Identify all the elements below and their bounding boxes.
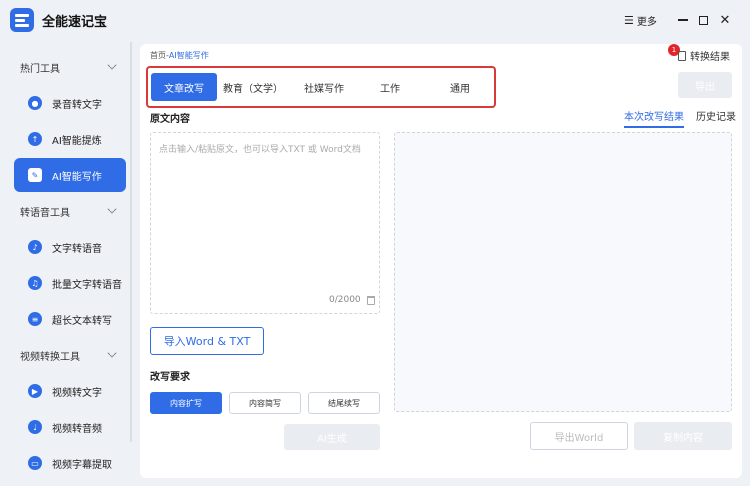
sidebar-item-label: AI智能写作: [52, 171, 102, 183]
result-tabs: 本次改写结果 历史记录: [624, 108, 736, 128]
more-menu-button[interactable]: ☰ 更多: [624, 13, 657, 28]
tab-history[interactable]: 历史记录: [696, 108, 736, 128]
tab-article-rewrite[interactable]: 文章改写: [151, 73, 217, 101]
source-input-area: 0/2000: [150, 132, 380, 314]
export-button[interactable]: 导出: [678, 72, 732, 98]
breadcrumb-home[interactable]: 首页: [150, 51, 166, 60]
option-continue-ending[interactable]: 结尾续写: [308, 392, 380, 414]
ai-generate-button[interactable]: AI生成: [284, 424, 380, 450]
close-button[interactable]: ✕: [718, 12, 732, 28]
microphone-icon: ●: [28, 96, 42, 110]
sidebar-item-label: 视频转文字: [52, 387, 102, 399]
conversion-results-label: 转换结果: [690, 52, 730, 63]
import-word-txt-button[interactable]: 导入Word & TXT: [150, 327, 264, 355]
tab-social-media-writing[interactable]: 社媒写作: [296, 73, 352, 101]
sidebar-item-ai-writing[interactable]: ✎ AI智能写作: [14, 158, 126, 192]
sidebar-group-hot-tools[interactable]: 热门工具: [0, 52, 132, 82]
minimize-icon: [678, 19, 688, 21]
breadcrumb-current: AI智能写作: [168, 51, 209, 60]
sidebar-item-label: 录音转文字: [52, 99, 102, 111]
breadcrumb: 首页-AI智能写作: [150, 50, 209, 61]
maximize-icon: [698, 15, 708, 25]
sidebar: 热门工具 ● 录音转文字 ↑ AI智能提炼 ✎ AI智能写作 转语音工具 ♪ 文…: [0, 40, 132, 486]
rewrite-requirements-title: 改写要求: [150, 372, 190, 383]
speaker-icon: ♫: [28, 276, 42, 290]
tab-general[interactable]: 通用: [440, 73, 480, 101]
more-label: 更多: [636, 17, 657, 28]
sidebar-item-ai-extract[interactable]: ↑ AI智能提炼: [14, 122, 126, 156]
conversion-results-link[interactable]: 转换结果: [678, 48, 730, 63]
copy-content-button[interactable]: 复制内容: [634, 422, 732, 450]
sidebar-item-text-to-speech[interactable]: ♪ 文字转语音: [14, 230, 126, 264]
sidebar-group-label: 热门工具: [20, 63, 60, 75]
sidebar-scrollbar[interactable]: [130, 42, 132, 442]
tab-work[interactable]: 工作: [370, 73, 410, 101]
char-count: 0/2000: [329, 295, 361, 305]
app-logo-icon: [10, 8, 34, 32]
sidebar-item-audio-to-text[interactable]: ● 录音转文字: [14, 86, 126, 120]
sidebar-item-video-to-text[interactable]: ▶ 视频转文字: [14, 374, 126, 408]
sidebar-item-video-subtitle-extract[interactable]: ▭ 视频字幕提取: [14, 446, 126, 480]
close-icon: ✕: [719, 12, 731, 28]
sidebar-item-label: 超长文本转写: [52, 315, 112, 327]
maximize-button[interactable]: [696, 13, 710, 27]
chevron-down-icon: [107, 204, 117, 214]
document-icon: ≡: [28, 312, 42, 326]
writing-category-tabs: 文章改写 教育（文学） 社媒写作 工作 通用: [146, 66, 496, 108]
sidebar-item-label: 视频字幕提取: [52, 459, 112, 471]
source-content-title: 原文内容: [150, 114, 190, 125]
sidebar-item-label: 视频转音频: [52, 423, 102, 435]
sidebar-group-label: 视频转换工具: [20, 351, 80, 363]
sidebar-group-video-tools[interactable]: 视频转换工具: [0, 340, 132, 370]
minimize-button[interactable]: [676, 13, 690, 27]
main-panel: 首页-AI智能写作 1 转换结果 文章改写 教育（文学） 社媒写作 工作 通用 …: [140, 44, 742, 478]
chevron-down-icon: [107, 348, 117, 358]
option-simplify-content[interactable]: 内容简写: [229, 392, 301, 414]
video-icon: ▶: [28, 384, 42, 398]
tab-current-rewrite-result[interactable]: 本次改写结果: [624, 108, 684, 128]
document-icon: [678, 50, 686, 61]
trash-icon[interactable]: [366, 295, 375, 305]
sidebar-item-label: 批量文字转语音: [52, 279, 122, 291]
option-expand-content[interactable]: 内容扩写: [150, 392, 222, 414]
pen-note-icon: ✎: [28, 168, 42, 182]
title-bar: 全能速记宝 ☰ 更多 ✕: [0, 0, 750, 40]
sidebar-item-long-text-transcribe[interactable]: ≡ 超长文本转写: [14, 302, 126, 336]
app-title: 全能速记宝: [42, 15, 108, 30]
export-word-button[interactable]: 导出World: [530, 422, 628, 450]
sidebar-group-label: 转语音工具: [20, 207, 70, 219]
sidebar-item-label: AI智能提炼: [52, 135, 102, 147]
chevron-down-icon: [107, 60, 117, 70]
char-counter: 0/2000: [329, 295, 375, 305]
music-note-icon: ♩: [28, 420, 42, 434]
sound-wave-icon: ♪: [28, 240, 42, 254]
subtitle-icon: ▭: [28, 456, 42, 470]
rewrite-result-area: [394, 132, 732, 412]
source-text-input[interactable]: [151, 133, 379, 313]
sidebar-item-batch-text-to-speech[interactable]: ♫ 批量文字转语音: [14, 266, 126, 300]
menu-icon: ☰: [624, 14, 634, 27]
sidebar-item-label: 文字转语音: [52, 243, 102, 255]
sidebar-item-video-to-audio[interactable]: ♩ 视频转音频: [14, 410, 126, 444]
upload-arrow-icon: ↑: [28, 132, 42, 146]
tab-education-literature[interactable]: 教育（文学）: [222, 73, 284, 101]
sidebar-group-speech-tools[interactable]: 转语音工具: [0, 196, 132, 226]
